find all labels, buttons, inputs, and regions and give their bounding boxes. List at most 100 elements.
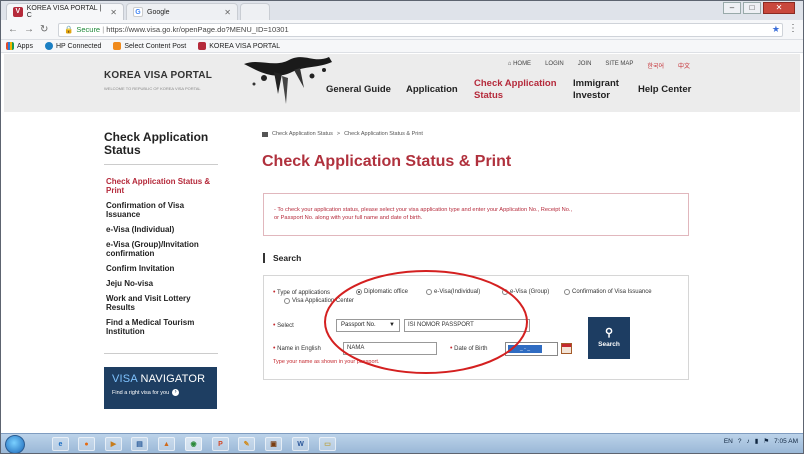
select-label: • Select (273, 322, 294, 329)
breadcrumb: Check Application Status > Check Applica… (262, 131, 423, 137)
passport-number-input[interactable]: ISI NOMOR PASSPORT (404, 319, 530, 332)
close-window-button[interactable]: ✕ (763, 2, 795, 14)
sitemap-link[interactable]: SITE MAP (605, 61, 633, 70)
search-form: • Type of applications Diplomatic office… (263, 275, 689, 380)
chrome-icon[interactable]: ◉ (185, 437, 202, 451)
close-tab-icon[interactable]: ✕ (110, 8, 117, 17)
sidebar-item-evisa-individual[interactable]: e-Visa (Individual) (106, 225, 226, 234)
close-tab-icon[interactable]: ✕ (224, 8, 231, 17)
ink-painting-decoration (244, 57, 332, 104)
bookmark-label: Apps (17, 42, 33, 50)
korean-language-link[interactable]: 한국어 (647, 61, 664, 70)
tab-title: KOREA VISA PORTAL | C (26, 5, 102, 19)
nav-label-line1: Immigrant (573, 78, 619, 89)
id-type-select[interactable]: Passport No. ▼ (336, 319, 400, 332)
chinese-language-link[interactable]: 中文 (678, 61, 690, 70)
explorer-window-icon[interactable]: ▤ (131, 437, 148, 451)
tab-korea-visa-portal[interactable]: V KOREA VISA PORTAL | C ✕ (6, 3, 124, 20)
name-input[interactable]: NAMA (343, 342, 437, 355)
calendar-icon[interactable] (561, 343, 572, 354)
nav-general-guide[interactable]: General Guide (326, 84, 391, 96)
maximize-button[interactable]: □ (743, 2, 761, 14)
sidebar-item-jeju-no-visa[interactable]: Jeju No-visa (106, 279, 226, 288)
vlc-icon[interactable]: ▲ (158, 437, 175, 451)
home-icon[interactable] (262, 131, 268, 137)
photoshop-icon[interactable]: ▣ (265, 437, 282, 451)
radio-evisa-group[interactable]: e-Visa (Group) (502, 289, 549, 295)
banner-subtitle: Find a right visa for you (112, 389, 170, 396)
radio-visa-application-center[interactable]: Visa Application Center (284, 298, 354, 304)
folder-icon[interactable]: ▭ (319, 437, 336, 451)
nav-immigrant-investor[interactable]: Immigrant Investor (573, 78, 619, 102)
radio-evisa-individual[interactable]: e-Visa(Individual) (426, 289, 480, 295)
radio-unselected[interactable] (426, 289, 432, 295)
instructions-box: - To check your application status, plea… (263, 193, 689, 236)
back-arrow-icon[interactable]: ← (8, 24, 18, 35)
word-icon[interactable]: W (292, 437, 309, 451)
search-section-heading: Search (263, 253, 301, 263)
login-link[interactable]: LOGIN (545, 61, 564, 70)
search-icon: ⚲ (604, 327, 614, 339)
new-tab-button[interactable] (240, 3, 270, 20)
forward-arrow-icon[interactable]: → (24, 24, 34, 35)
radio-unselected[interactable] (564, 289, 570, 295)
korea-visa-favicon (198, 42, 207, 50)
radio-label: e-Visa (Group) (510, 289, 550, 295)
powerpoint-icon[interactable]: P (212, 437, 229, 451)
bookmark-select-content-post[interactable]: Select Content Post (113, 42, 186, 50)
sidebar-item-evisa-group[interactable]: e-Visa (Group)/Invitation confirmation (106, 240, 216, 258)
radio-unselected[interactable] (502, 289, 508, 295)
language-indicator[interactable]: EN (724, 438, 733, 445)
join-link[interactable]: JOIN (578, 61, 592, 70)
bookmark-label: Select Content Post (124, 42, 187, 50)
sidebar-item-check-status-print[interactable]: Check Application Status & Print (106, 177, 226, 195)
search-button[interactable]: ⚲ Search (588, 317, 630, 359)
visa-navigator-banner[interactable]: VISA NAVIGATOR Find a right visa for you… (104, 367, 217, 409)
minimize-button[interactable]: – (723, 2, 741, 14)
radio-diplomatic-office[interactable]: Diplomatic office (356, 289, 408, 295)
dob-selected-text: _ - _ (508, 345, 542, 353)
radio-label: Confirmation of Visa Issuance (572, 289, 652, 295)
bookmark-apps[interactable]: Apps (6, 42, 33, 50)
internet-explorer-icon[interactable]: e (52, 437, 69, 451)
browser-menu-icon[interactable]: ⋮ (788, 23, 798, 34)
sidebar-item-confirmation-visa-issuance[interactable]: Confirmation of Visa Issuance (106, 201, 206, 219)
help-icon[interactable]: ? (738, 438, 742, 445)
reload-icon[interactable]: ↻ (40, 24, 48, 35)
nav-help-center[interactable]: Help Center (638, 84, 691, 96)
bookmark-hp-connected[interactable]: HP Connected (44, 42, 101, 50)
url-field[interactable]: 🔒 Secure | https://www.visa.go.kr/openPag… (58, 23, 783, 37)
paint-icon[interactable]: ✎ (238, 437, 255, 451)
firefox-icon[interactable]: ● (78, 437, 95, 451)
browser-tab-bar: V KOREA VISA PORTAL | C ✕ G Google ✕ – □… (0, 0, 804, 20)
start-button[interactable] (5, 435, 25, 454)
arrow-right-icon: › (172, 389, 180, 396)
banner-title-visa: VISA (112, 373, 138, 385)
sidebar-item-lottery-results[interactable]: Work and Visit Lottery Results (106, 294, 206, 312)
network-icon[interactable]: ▮ (755, 437, 759, 445)
media-player-icon[interactable]: ▶ (105, 437, 122, 451)
volume-icon[interactable]: ♪ (746, 438, 749, 445)
radio-label: Visa Application Center (292, 298, 354, 304)
sidebar-item-medical-tourism[interactable]: Find a Medical Tourism Institution (106, 318, 211, 336)
site-logo[interactable]: KOREA VISA PORTAL (104, 70, 212, 81)
bookmark-korea-visa-portal[interactable]: KOREA VISA PORTAL (198, 42, 280, 50)
home-link[interactable]: ⌂ HOME (508, 61, 531, 70)
breadcrumb-separator: > (336, 131, 341, 137)
clock[interactable]: 7:05 AM (774, 438, 798, 445)
lock-icon: 🔒 (64, 25, 74, 34)
radio-unselected[interactable] (284, 298, 290, 304)
notification-icon[interactable]: ⚑ (763, 437, 769, 445)
bookmark-star-icon[interactable]: ★ (772, 24, 780, 35)
nav-application[interactable]: Application (406, 84, 458, 96)
nav-label-line2: Status (474, 90, 504, 101)
sidebar-divider (104, 353, 218, 354)
nav-check-application-status[interactable]: Check Application Status (474, 78, 557, 102)
date-of-birth-input[interactable]: _ - _ (505, 342, 558, 356)
instructions-text: - To check your application status, plea… (274, 207, 573, 221)
breadcrumb-item[interactable]: Check Application Status (272, 131, 333, 137)
tab-google[interactable]: G Google ✕ (126, 3, 238, 20)
radio-confirmation-visa-issuance[interactable]: Confirmation of Visa Issuance (564, 289, 652, 295)
sidebar-item-confirm-invitation[interactable]: Confirm Invitation (106, 264, 226, 273)
radio-selected[interactable] (356, 289, 362, 295)
